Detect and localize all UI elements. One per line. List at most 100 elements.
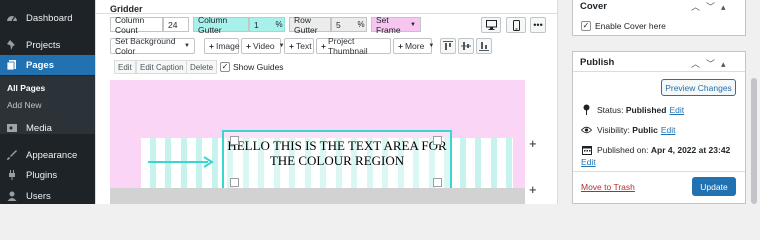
media-icon bbox=[5, 121, 19, 135]
status-value: Published bbox=[625, 104, 667, 115]
add-image-button[interactable]: + Image bbox=[204, 38, 240, 54]
publish-box-title: Publish bbox=[580, 57, 615, 68]
delete-button[interactable]: Delete bbox=[186, 60, 218, 74]
set-background-color-dropdown[interactable]: Set Background Color ▼ bbox=[110, 36, 195, 56]
add-text-label: Text bbox=[295, 41, 312, 51]
plus-icon: + bbox=[246, 41, 251, 51]
caret-up-icon[interactable]: ▴ bbox=[721, 2, 732, 12]
desktop-view-button[interactable] bbox=[481, 17, 501, 33]
calendar-icon bbox=[581, 144, 592, 155]
resize-handle[interactable] bbox=[230, 178, 239, 187]
add-image-label: Image bbox=[215, 41, 240, 51]
set-frame-dropdown[interactable]: Set Frame ▼ bbox=[371, 15, 421, 35]
mobile-view-button[interactable] bbox=[506, 17, 526, 33]
add-row-below-icon[interactable]: + bbox=[529, 183, 537, 196]
sidebar-item-users[interactable]: Users bbox=[0, 186, 95, 206]
sidebar-item-appearance[interactable]: Appearance bbox=[0, 145, 95, 165]
align-middle-button[interactable] bbox=[458, 38, 474, 54]
row-gutter-input[interactable]: 5 bbox=[331, 17, 357, 32]
cover-box: Cover ︿﹀▴ ✓ Enable Cover here bbox=[572, 0, 746, 36]
edit-button[interactable]: Edit bbox=[114, 60, 136, 74]
align-middle-icon bbox=[461, 42, 471, 50]
add-text-button[interactable]: + Text bbox=[284, 38, 314, 54]
frame-canvas[interactable]: HELLO THIS IS THE TEXT AREA FOR THE COLO… bbox=[110, 80, 525, 204]
align-top-button[interactable] bbox=[440, 38, 456, 54]
guide-column bbox=[475, 138, 481, 188]
align-bottom-button[interactable] bbox=[476, 38, 492, 54]
text-block[interactable]: HELLO THIS IS THE TEXT AREA FOR THE COLO… bbox=[222, 130, 452, 194]
caret-down-icon: ▼ bbox=[410, 21, 416, 28]
column-count-input[interactable]: 24 bbox=[163, 17, 189, 32]
plus-icon: + bbox=[398, 41, 403, 51]
more-options-button[interactable]: ••• bbox=[530, 17, 546, 33]
sidebar-item-projects[interactable]: Projects bbox=[0, 35, 95, 55]
chevron-down-icon[interactable]: ﹀ bbox=[706, 59, 721, 69]
column-count-label: Column Count bbox=[110, 15, 163, 35]
cover-box-title: Cover bbox=[580, 1, 607, 12]
column-gutter-label: Column Gutter bbox=[193, 15, 249, 35]
published-on-label: Published on: bbox=[597, 144, 649, 155]
chevron-up-icon[interactable]: ︿ bbox=[691, 2, 706, 12]
add-video-button[interactable]: + Video ▼ bbox=[241, 38, 285, 54]
checkmark-icon: ✓ bbox=[582, 21, 590, 30]
scrollbar[interactable] bbox=[751, 78, 757, 204]
resize-handle[interactable] bbox=[230, 136, 239, 145]
visibility-label: Visibility: bbox=[597, 124, 630, 135]
resize-handle[interactable] bbox=[433, 136, 442, 145]
user-icon bbox=[5, 189, 19, 203]
sidebar-item-label: Plugins bbox=[26, 169, 58, 181]
guide-column bbox=[506, 138, 512, 188]
sidebar-subitem-add-new[interactable]: Add New bbox=[7, 100, 42, 110]
box-controls[interactable]: ︿﹀▴ bbox=[691, 57, 732, 70]
align-top-icon bbox=[443, 41, 453, 50]
edit-date-link[interactable]: Edit bbox=[581, 157, 596, 167]
sidebar-subitem-all-pages[interactable]: All Pages bbox=[7, 83, 45, 93]
edit-visibility-link[interactable]: Edit bbox=[661, 125, 676, 135]
pin-icon bbox=[5, 38, 19, 52]
published-on-row: Published on: Apr 4, 2022 at 23:42 bbox=[581, 144, 730, 155]
edit-caption-button[interactable]: Edit Caption bbox=[136, 60, 188, 74]
sidebar-item-media[interactable]: Media bbox=[0, 118, 95, 138]
caret-up-icon[interactable]: ▴ bbox=[721, 59, 732, 69]
edit-status-link[interactable]: Edit bbox=[669, 105, 684, 115]
divider bbox=[573, 71, 745, 72]
update-button[interactable]: Update bbox=[692, 177, 736, 196]
sidebar-item-label: Users bbox=[26, 190, 51, 202]
sidebar-item-pages[interactable]: Pages bbox=[0, 55, 95, 75]
preview-changes-button[interactable]: Preview Changes bbox=[661, 79, 736, 96]
chevron-down-icon[interactable]: ﹀ bbox=[706, 2, 721, 12]
add-video-label: Video bbox=[252, 41, 275, 51]
visibility-row: Visibility: Public Edit bbox=[581, 124, 675, 135]
sidebar-item-dashboard[interactable]: Dashboard bbox=[0, 8, 95, 28]
add-more-dropdown[interactable]: + More ▼ bbox=[393, 38, 434, 54]
dashboard-icon bbox=[5, 11, 19, 25]
show-guides-checkbox[interactable]: ✓ bbox=[220, 62, 230, 72]
sidebar-item-label: Appearance bbox=[26, 149, 78, 161]
column-gutter-input[interactable]: 1 bbox=[249, 17, 275, 32]
arrow-right-icon bbox=[148, 156, 214, 168]
resize-handle[interactable] bbox=[433, 178, 442, 187]
text-block-content: HELLO THIS IS THE TEXT AREA FOR THE COLO… bbox=[227, 138, 447, 168]
show-guides-label: Show Guides bbox=[233, 62, 284, 72]
chevron-up-icon[interactable]: ︿ bbox=[691, 59, 706, 69]
desktop-icon bbox=[485, 20, 497, 30]
add-row-above-icon[interactable]: + bbox=[529, 137, 537, 150]
publish-box: Publish ︿﹀▴ Preview Changes Status: Publ… bbox=[572, 51, 746, 204]
canvas-next-row bbox=[110, 188, 525, 204]
plus-icon: + bbox=[209, 41, 214, 51]
sidebar-item-label: Projects bbox=[26, 39, 61, 51]
move-to-trash-link[interactable]: Move to Trash bbox=[581, 182, 635, 192]
add-project-thumbnail-button[interactable]: + Project Thumbnail bbox=[316, 36, 391, 56]
enable-cover-label: Enable Cover here bbox=[595, 21, 666, 31]
checkmark-icon: ✓ bbox=[221, 62, 229, 71]
sidebar-item-label: Pages bbox=[26, 59, 54, 71]
box-controls[interactable]: ︿﹀▴ bbox=[691, 0, 732, 13]
plus-icon: + bbox=[321, 41, 326, 51]
plug-icon bbox=[5, 168, 19, 182]
enable-cover-checkbox[interactable]: ✓ bbox=[581, 21, 591, 31]
right-sidebar: Cover ︿﹀▴ ✓ Enable Cover here Publish ︿﹀… bbox=[558, 0, 760, 204]
add-more-label: More bbox=[404, 41, 425, 51]
status-row: Status: Published Edit bbox=[581, 104, 684, 115]
sidebar-item-plugins[interactable]: Plugins bbox=[0, 165, 95, 185]
sidebar-item-label: Media bbox=[26, 122, 52, 134]
